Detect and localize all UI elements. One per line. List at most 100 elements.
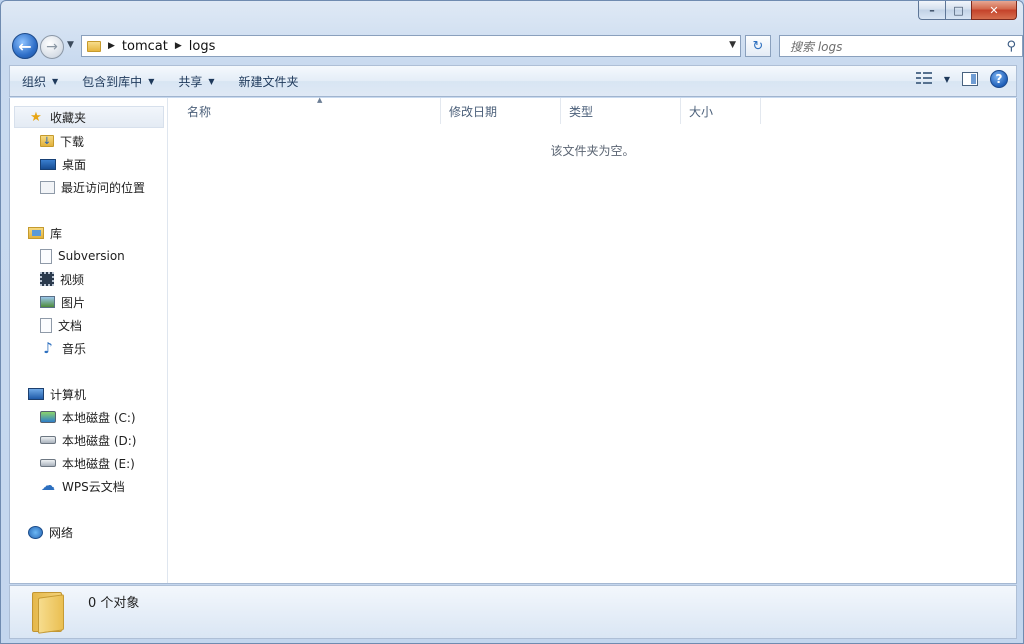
empty-folder-message: 该文件夹为空。 [550,144,635,158]
document-icon [40,317,52,333]
sidebar-item-label: 视频 [60,272,85,287]
navigation-pane: ★ 收藏夹 ↓ 下载 桌面 最近访问的位置 库 Subversion 视频 图片… [10,98,168,583]
hard-drive-icon [40,436,56,444]
music-note-icon: ♪ [43,339,53,357]
chevron-right-icon[interactable]: ▶ [108,41,115,51]
sidebar-item-drive-e[interactable]: 本地磁盘 (E:) [40,452,135,474]
sidebar-item-music[interactable]: ♪ 音乐 [40,337,86,359]
view-options-icon[interactable] [915,72,932,86]
refresh-icon: ↻ [752,38,764,54]
chevron-right-icon[interactable]: ▶ [175,41,182,51]
column-header-label: 大小 [689,104,714,119]
subversion-library-icon [40,248,52,264]
sidebar-item-network[interactable]: 网络 [28,521,73,543]
search-box[interactable]: 搜索 logs ⚲ [779,35,1023,57]
forward-button[interactable]: → [40,35,64,59]
organize-menu[interactable]: 组织 ▼ [10,69,70,93]
include-in-library-label: 包含到库中 [82,74,143,89]
sidebar-item-drive-c[interactable]: 本地磁盘 (C:) [40,406,136,428]
refresh-button[interactable]: ↻ [745,35,771,57]
sort-ascending-icon: ▲ [317,96,323,104]
system-drive-icon [40,411,56,423]
film-icon [40,272,54,286]
preview-pane-icon[interactable] [962,72,978,86]
library-icon [28,227,44,239]
network-icon [28,525,43,539]
desktop-icon [40,158,56,170]
forward-arrow-icon: → [46,39,58,55]
folder-icon [30,590,64,634]
breadcrumb-logs[interactable]: logs [189,39,216,54]
recent-places-icon [40,180,55,194]
sidebar-item-label: 图片 [61,295,86,310]
breadcrumb-tomcat[interactable]: tomcat [122,39,168,54]
maximize-button[interactable]: □ [945,1,971,20]
chevron-down-icon[interactable]: ▼ [944,75,950,84]
sidebar-item-label: 最近访问的位置 [61,180,146,195]
address-history-dropdown[interactable]: ▼ [729,40,736,50]
sidebar-item-wps-cloud[interactable]: ☁ WPS云文档 [40,475,125,497]
sidebar-item-computer[interactable]: 计算机 [28,383,86,405]
file-list: ▲ 名称 修改日期 类型 大小 该文件夹为空。 [169,96,1016,583]
minimize-button[interactable]: – [918,1,945,20]
star-icon: ★ [30,109,42,125]
sidebar-item-label: 网络 [49,525,74,540]
column-header-size[interactable]: 大小 [681,98,761,124]
back-arrow-icon: ← [18,36,32,56]
column-header-label: 名称 [187,104,212,119]
view-controls: ▼ ? [915,70,1008,88]
sidebar-item-favorites[interactable]: ★ 收藏夹 [14,106,164,128]
sidebar-item-label: 计算机 [50,387,87,402]
include-in-library-menu[interactable]: 包含到库中 ▼ [70,69,166,93]
hard-drive-icon [40,459,56,467]
column-header-type[interactable]: 类型 [561,98,681,124]
sidebar-item-libraries[interactable]: 库 [28,222,62,244]
recent-pages-dropdown[interactable]: ▼ [67,40,74,50]
search-icon[interactable]: ⚲ [1006,39,1016,54]
address-bar[interactable]: ▶ tomcat ▶ logs ▼ [81,35,741,57]
share-label: 共享 [178,74,203,89]
sidebar-item-label: 下载 [60,134,85,149]
share-menu[interactable]: 共享 ▼ [166,69,226,93]
sidebar-item-downloads[interactable]: ↓ 下载 [40,130,84,152]
sidebar-item-label: 本地磁盘 (E:) [62,456,135,471]
search-input[interactable]: 搜索 logs [790,38,1006,55]
column-header-label: 修改日期 [449,104,498,119]
sidebar-item-recent-places[interactable]: 最近访问的位置 [40,176,145,198]
new-folder-button[interactable]: 新建文件夹 [227,69,311,93]
sidebar-item-label: Subversion [58,249,125,263]
command-bar: 组织 ▼ 包含到库中 ▼ 共享 ▼ 新建文件夹 ▼ ? [9,65,1017,97]
column-header-label: 类型 [569,104,594,119]
sidebar-item-label: 音乐 [62,341,87,356]
item-count: 0 个对象 [88,596,140,611]
organize-label: 组织 [22,74,47,89]
chevron-down-icon: ▼ [148,76,155,86]
folder-icon [87,40,101,52]
column-header-name[interactable]: ▲ 名称 [179,96,441,124]
back-button[interactable]: ← [12,33,38,59]
picture-icon [40,296,55,308]
sidebar-item-label: 本地磁盘 (D:) [62,433,137,448]
explorer-window: – □ ✕ ← → ▼ ▶ tomcat ▶ logs ▼ ↻ 搜索 logs … [0,0,1024,644]
sidebar-item-label: WPS云文档 [62,479,125,494]
sidebar-item-subversion[interactable]: Subversion [40,245,125,267]
sidebar-item-label: 收藏夹 [50,110,87,125]
sidebar-item-videos[interactable]: 视频 [40,268,84,290]
address-row: ← → ▼ ▶ tomcat ▶ logs ▼ ↻ 搜索 logs ⚲ [9,31,1023,61]
close-button[interactable]: ✕ [971,1,1017,20]
downloads-folder-icon: ↓ [40,135,54,147]
details-pane: 0 个对象 [9,585,1017,639]
computer-icon [28,388,44,400]
sidebar-item-documents[interactable]: 文档 [40,314,82,336]
sidebar-item-pictures[interactable]: 图片 [40,291,85,313]
sidebar-item-label: 本地磁盘 (C:) [62,410,136,425]
sidebar-item-drive-d[interactable]: 本地磁盘 (D:) [40,429,136,451]
help-icon[interactable]: ? [990,70,1008,88]
sidebar-item-desktop[interactable]: 桌面 [40,153,86,175]
new-folder-label: 新建文件夹 [238,74,299,89]
column-header-date-modified[interactable]: 修改日期 [441,98,561,124]
caption-buttons: – □ ✕ [918,1,1017,20]
content-area: ★ 收藏夹 ↓ 下载 桌面 最近访问的位置 库 Subversion 视频 图片… [9,96,1017,584]
chevron-down-icon: ▼ [52,76,59,86]
cloud-icon: ☁ [41,478,55,494]
